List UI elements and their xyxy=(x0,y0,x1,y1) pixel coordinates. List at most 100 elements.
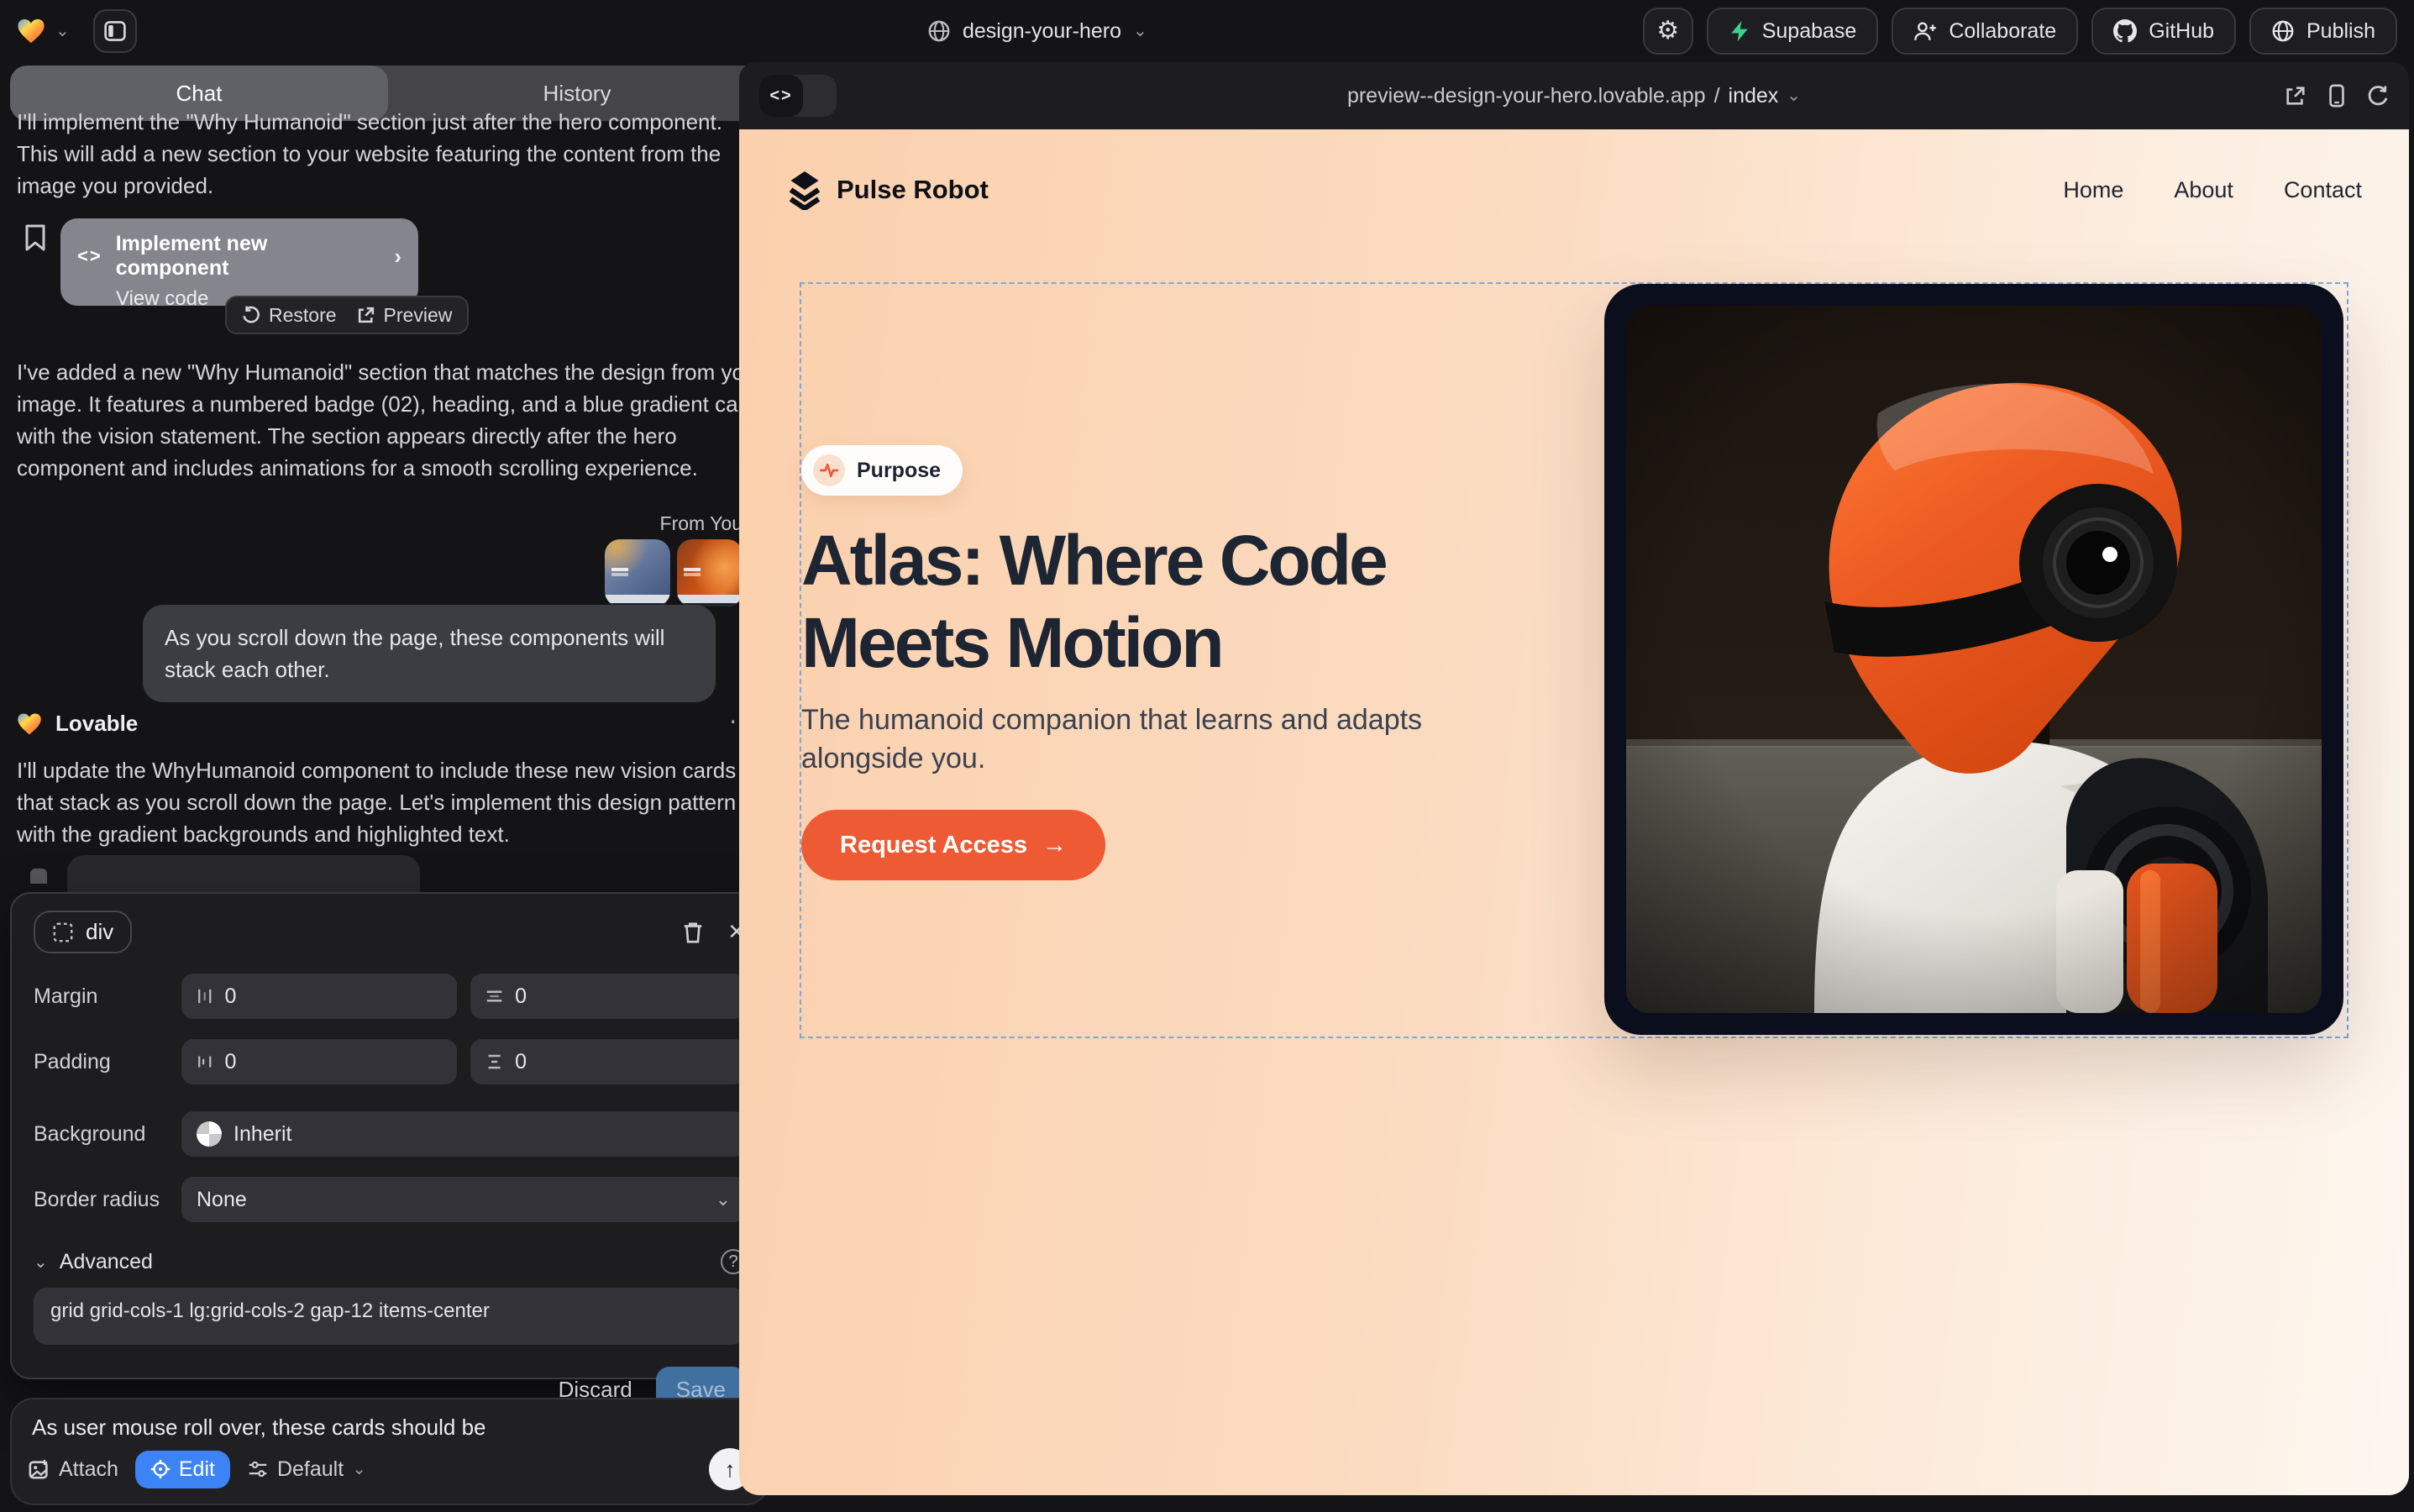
top-bar: ⌄ design-your-hero ⌄ ⚙ xyxy=(0,0,2414,62)
assistant-message-1: I'll implement the "Why Humanoid" sectio… xyxy=(17,106,759,202)
lovable-editor-window: ⌄ design-your-hero ⌄ ⚙ xyxy=(0,0,2414,1512)
arrow-up-icon: ↑ xyxy=(725,1457,736,1483)
border-radius-row: Border radius None ⌄ xyxy=(34,1177,746,1222)
supabase-button[interactable]: Supabase xyxy=(1707,8,1879,55)
margin-vertical-icon xyxy=(485,987,503,1005)
bookmark-icon[interactable] xyxy=(24,223,47,252)
background-field[interactable]: Inherit xyxy=(181,1111,746,1157)
padding-x-input[interactable] xyxy=(224,1050,442,1074)
border-radius-select[interactable]: None ⌄ xyxy=(181,1177,746,1222)
attachment-thumbnail-blue[interactable] xyxy=(605,539,670,606)
code-icon: <> xyxy=(77,245,102,267)
project-switcher[interactable]: design-your-hero ⌄ xyxy=(927,0,1147,62)
site-brand-name: Pulse Robot xyxy=(837,175,989,205)
advanced-chevron-down-icon: ⌄ xyxy=(34,1252,48,1273)
settings-button[interactable]: ⚙ xyxy=(1643,8,1693,55)
preview-label: Preview xyxy=(384,304,453,327)
padding-row: Padding xyxy=(34,1039,746,1084)
margin-x-input[interactable] xyxy=(224,984,442,1009)
nav-link-home[interactable]: Home xyxy=(2063,177,2123,203)
margin-horizontal-icon xyxy=(197,986,213,1006)
advanced-section-header[interactable]: ⌄ Advanced ? xyxy=(34,1249,746,1274)
restore-button[interactable]: Restore xyxy=(242,304,337,327)
site-nav: Pulse Robot Home About Contact xyxy=(739,129,2409,210)
attach-button[interactable]: Attach xyxy=(29,1457,118,1482)
margin-row: Margin xyxy=(34,974,746,1019)
preview-path: index xyxy=(1729,84,1779,108)
collaborate-button[interactable]: Collaborate xyxy=(1892,8,2078,55)
selected-element-tag: div xyxy=(86,919,113,945)
padding-vertical-icon xyxy=(485,1053,503,1071)
preview-webpage: Pulse Robot Home About Contact Purpose A… xyxy=(739,129,2409,1495)
nav-link-about[interactable]: About xyxy=(2174,177,2233,203)
site-nav-links: Home About Contact xyxy=(2063,177,2362,203)
url-path-separator: / xyxy=(1714,84,1720,108)
from-you-label: From You xyxy=(660,512,743,535)
margin-y-input[interactable] xyxy=(515,984,731,1009)
publish-label: Publish xyxy=(2306,19,2375,44)
restore-preview-bar: Restore Preview xyxy=(225,296,469,334)
attach-image-icon xyxy=(29,1458,50,1480)
sliders-icon xyxy=(247,1459,269,1479)
layers-logo-icon xyxy=(786,170,823,210)
github-button[interactable]: GitHub xyxy=(2091,8,2236,55)
hero-description: The humanoid companion that learns and a… xyxy=(801,701,1426,778)
dashed-box-icon xyxy=(52,921,74,943)
chat-input-box[interactable]: As user mouse roll over, these cards sho… xyxy=(10,1398,769,1505)
preview-button[interactable]: Preview xyxy=(357,304,453,327)
restore-label: Restore xyxy=(269,304,337,327)
attachment-thumbnail-orange[interactable] xyxy=(677,539,743,606)
site-brand[interactable]: Pulse Robot xyxy=(786,170,989,210)
assistant-message-3: I'll update the WhyHumanoid component to… xyxy=(17,754,766,850)
user-message-bubble: As you scroll down the page, these compo… xyxy=(143,605,716,702)
assistant-header: Lovable xyxy=(17,711,138,737)
component-card-title-row: <> Implement new component › xyxy=(77,232,401,281)
preview-url-bar[interactable]: preview--design-your-hero.lovable.app / … xyxy=(1347,84,1801,108)
project-name: design-your-hero xyxy=(963,19,1121,44)
component-card-title: Implement new component xyxy=(116,232,381,281)
edit-mode-button[interactable]: Edit xyxy=(135,1451,230,1488)
edit-label: Edit xyxy=(179,1457,215,1482)
mobile-view-button[interactable] xyxy=(2328,84,2345,108)
delete-element-button[interactable] xyxy=(682,921,704,944)
chat-input[interactable]: As user mouse roll over, these cards sho… xyxy=(32,1415,748,1441)
hero-badge: Purpose xyxy=(801,445,963,496)
code-preview-toggle[interactable]: <> xyxy=(759,75,837,117)
attach-label: Attach xyxy=(59,1457,118,1482)
logo-chevron-down-icon[interactable]: ⌄ xyxy=(55,23,70,39)
request-access-label: Request Access xyxy=(840,832,1027,859)
external-link-icon xyxy=(357,306,375,324)
nav-link-contact[interactable]: Contact xyxy=(2284,177,2362,203)
padding-x-field[interactable] xyxy=(181,1039,457,1084)
supabase-icon xyxy=(1729,19,1750,43)
external-link-icon xyxy=(2285,85,2306,107)
arrow-right-icon: → xyxy=(1042,832,1067,859)
phone-icon xyxy=(2328,84,2345,108)
toggle-sidebar-button[interactable] xyxy=(93,9,137,53)
background-swatch-icon xyxy=(197,1121,222,1147)
collaborate-label: Collaborate xyxy=(1949,19,2056,44)
publish-button[interactable]: Publish xyxy=(2249,8,2397,55)
hero-badge-label: Purpose xyxy=(857,459,941,483)
restore-icon xyxy=(242,306,260,324)
request-access-button[interactable]: Request Access → xyxy=(801,810,1105,880)
selected-element-chip[interactable]: div xyxy=(34,911,132,953)
refresh-button[interactable] xyxy=(2367,85,2389,107)
margin-y-field[interactable] xyxy=(470,974,746,1019)
mode-select[interactable]: Default ⌄ xyxy=(247,1457,366,1482)
tailwind-classes-textarea[interactable]: grid grid-cols-1 lg:grid-cols-2 gap-12 i… xyxy=(34,1288,746,1345)
lovable-logo-icon[interactable] xyxy=(17,18,45,45)
open-in-new-tab-button[interactable] xyxy=(2285,85,2306,107)
chevron-right-icon: › xyxy=(394,244,401,270)
preview-pane: <> preview--design-your-hero.lovable.app… xyxy=(739,62,2409,1495)
collaborate-icon xyxy=(1913,20,1937,42)
padding-y-field[interactable] xyxy=(470,1039,746,1084)
border-radius-value: None xyxy=(197,1188,247,1212)
component-card[interactable]: <> Implement new component › View code xyxy=(60,218,418,306)
margin-x-field[interactable] xyxy=(181,974,457,1019)
padding-y-input[interactable] xyxy=(515,1050,731,1074)
background-row: Background Inherit xyxy=(34,1111,746,1157)
preview-browser-bar: <> preview--design-your-hero.lovable.app… xyxy=(739,62,2409,129)
hidden-bookmark-sliver xyxy=(30,869,47,884)
pulse-icon xyxy=(813,454,845,486)
